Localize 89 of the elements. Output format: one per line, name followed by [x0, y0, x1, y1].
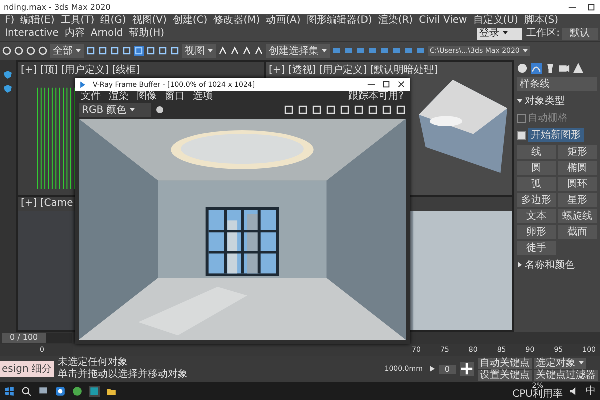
viewport-label[interactable]: [+] [顶] [用户定义] [线框] [21, 63, 140, 77]
object-type-button[interactable]: 圆 [517, 161, 556, 175]
start-new-shape-button[interactable]: 开始新图形 [528, 128, 584, 142]
windows-icon[interactable] [4, 386, 15, 396]
object-type-button[interactable]: 多边形 [517, 193, 556, 207]
sign-in-dropdown[interactable]: 登录 [476, 28, 522, 40]
menu-item[interactable]: Civil View [416, 15, 470, 27]
object-type-button[interactable]: 星形 [558, 193, 597, 207]
selection-filter-dropdown[interactable]: 全部 [50, 44, 84, 58]
workspace-dropdown[interactable]: 默认 [562, 28, 598, 40]
menu-item[interactable]: 图像 [137, 91, 157, 103]
menu-item[interactable]: 视图(V) [129, 15, 170, 27]
menu-item[interactable]: 内容 [62, 28, 88, 40]
object-type-button[interactable]: 矩形 [558, 145, 597, 159]
menu-item[interactable]: 脚本(S) [521, 15, 562, 27]
object-type-button[interactable]: 弧 [517, 177, 556, 191]
time-slider-thumb[interactable]: 0 / 100 [2, 333, 46, 343]
selection-status: 未选定任何对象 [58, 357, 130, 368]
menu-item[interactable]: 渲染 [109, 91, 129, 103]
caret-icon[interactable] [579, 360, 584, 365]
camera-icon[interactable] [559, 63, 570, 74]
rollout-header[interactable]: 名称和颜色 [525, 258, 575, 272]
current-frame-field[interactable]: 0 [438, 364, 456, 374]
maxscript-listener-field[interactable]: esign 细分 [0, 361, 54, 377]
input-method-indicator[interactable]: 中 [586, 384, 596, 398]
cpu-label: CPU利用率 [512, 390, 563, 400]
category-dropdown[interactable]: 样条线 [517, 77, 597, 91]
checkbox-label: 自动栅格 [528, 112, 568, 125]
menu-item[interactable]: 动画(A) [263, 15, 304, 27]
object-type-button[interactable]: 截面 [558, 225, 597, 239]
object-type-button[interactable]: 文本 [517, 209, 556, 223]
menu-item[interactable]: 图形编辑器(D) [304, 15, 376, 27]
named-selection-dropdown[interactable]: 创建选择集 [266, 44, 330, 58]
rollout-header[interactable]: 对象类型 [525, 94, 565, 108]
hint-link[interactable]: 跟踪本可用? [348, 91, 404, 103]
menu-item[interactable]: 渲染(R) [375, 15, 416, 27]
gear-icon[interactable] [55, 386, 66, 396]
menu-item[interactable]: 文件 [81, 91, 101, 103]
auto-key-button[interactable]: 自动关键点 [478, 358, 532, 368]
object-type-button[interactable]: 螺旋线 [558, 209, 597, 223]
caret-icon[interactable] [76, 49, 81, 54]
rollout-caret-icon[interactable] [517, 98, 523, 104]
prompt-text: 单击并拖动以选择并移动对象 [58, 369, 188, 381]
object-type-button[interactable]: 徒手 [517, 241, 556, 255]
sphere-icon[interactable] [517, 63, 528, 74]
menu-item[interactable]: 修改器(M) [210, 15, 264, 27]
menu-item[interactable]: 帮助(H) [126, 28, 168, 40]
rollout-caret-icon[interactable] [517, 262, 523, 268]
object-type-button[interactable]: 卵形 [517, 225, 556, 239]
window-title: nding.max - 3ds Max 2020 [4, 2, 111, 12]
menu-item[interactable]: Arnold [88, 28, 126, 40]
reference-coordinate-dropdown[interactable]: 视图 [182, 44, 216, 58]
menu-item[interactable]: 创建(C) [170, 15, 211, 27]
time-slider[interactable]: 0 / 100 [2, 333, 72, 343]
globe-icon[interactable] [72, 386, 83, 396]
key-mode-dropdown[interactable]: 选定对象 [534, 358, 586, 368]
object-type-button[interactable]: 线 [517, 145, 556, 159]
workspace-label: 工作区: [526, 28, 561, 40]
caret-icon[interactable] [322, 49, 327, 54]
shape-icon[interactable] [531, 63, 542, 74]
restore-icon[interactable] [587, 2, 596, 12]
viewport-label[interactable]: [+] [Came [21, 198, 74, 209]
app-icon [79, 80, 87, 88]
search-icon[interactable] [21, 386, 32, 396]
menu-item[interactable]: 选项 [193, 91, 213, 103]
light-icon[interactable] [545, 63, 556, 74]
menu-item[interactable]: 组(G) [98, 15, 130, 27]
object-type-button[interactable]: 圆环 [558, 177, 597, 191]
menu-item[interactable]: 编辑(E) [18, 15, 58, 27]
key-filters-button[interactable]: 关键点过滤器 [534, 370, 598, 380]
set-key-button[interactable]: 设置关键点 [478, 370, 532, 380]
close-icon[interactable] [397, 80, 406, 89]
caret-icon[interactable] [522, 49, 528, 54]
channel-dropdown[interactable]: RGB 颜色 [79, 103, 151, 117]
object-type-button[interactable]: 椭圆 [558, 161, 597, 175]
helper-icon[interactable] [573, 63, 584, 74]
caret-icon[interactable] [502, 31, 508, 36]
caret-icon[interactable] [130, 108, 135, 112]
menu-item[interactable]: Interactive [2, 28, 62, 40]
checkbox[interactable] [517, 114, 526, 122]
app-icon[interactable] [89, 386, 100, 396]
maximize-icon[interactable] [382, 80, 391, 89]
menu-item[interactable]: 窗口 [165, 91, 185, 103]
checkbox[interactable] [517, 130, 526, 140]
caret-icon[interactable] [208, 49, 213, 54]
viewport-label[interactable]: [+] [透视] [用户定义] [默认明暗处理] [269, 63, 438, 77]
menu-item[interactable]: F) [2, 15, 18, 27]
menu-item[interactable]: 自定义(U) [470, 15, 522, 27]
menu-item[interactable]: 工具(T) [58, 15, 98, 27]
